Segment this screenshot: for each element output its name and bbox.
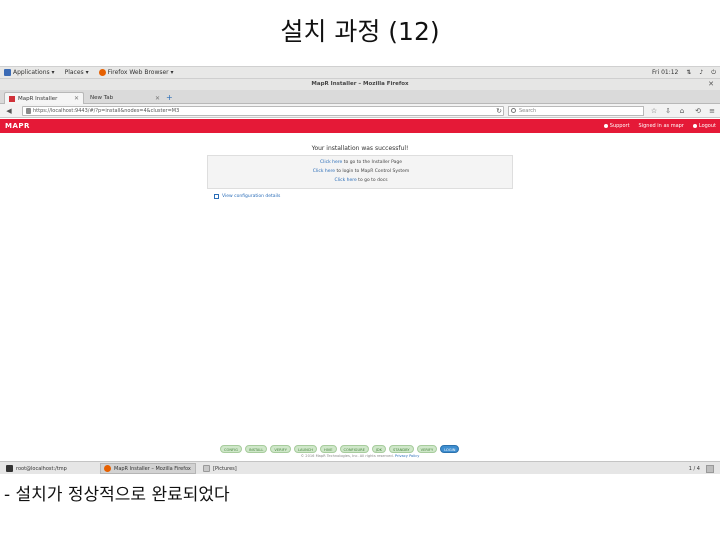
applications-label: Applications ▾ — [13, 69, 55, 76]
mapr-header: MAPR Support Signed in as mapr Logout — [0, 119, 720, 133]
task-label: MapR Installer – Mozilla Firefox — [114, 465, 191, 472]
user-link[interactable]: Signed in as mapr — [639, 123, 684, 129]
back-icon[interactable]: ◀ — [4, 106, 14, 116]
line-text: to go to the Installer Page — [342, 160, 402, 165]
step-config[interactable]: CONFIG — [220, 445, 242, 453]
close-icon[interactable]: ✕ — [708, 80, 714, 89]
applications-menu[interactable]: Applications ▾ — [4, 69, 55, 76]
mapr-favicon-icon — [9, 95, 15, 102]
places-label: Places ▾ — [64, 69, 89, 76]
task-pictures[interactable]: [Pictures] — [200, 463, 294, 474]
reload-icon[interactable]: ↻ — [494, 106, 504, 116]
gnome-top-bar: Applications ▾ Places ▾ Firefox Web Brow… — [0, 67, 720, 79]
slide-title: 설치 과정 (12) — [280, 17, 440, 46]
gnome-status-area: Fri 01:12 ⇅ ♪ ⏻ — [644, 69, 716, 77]
step-verify[interactable]: VERIFY — [270, 445, 291, 453]
window-titlebar: MapR Installer – Mozilla Firefox ✕ — [0, 79, 720, 90]
header-links: Support Signed in as mapr Logout — [595, 119, 716, 133]
search-input[interactable]: Search — [508, 106, 644, 116]
mcs-login-line: Click here to login to MapR Control Syst… — [208, 169, 514, 174]
step-install[interactable]: INSTALL — [244, 445, 268, 453]
logout-icon — [692, 124, 697, 128]
privacy-link[interactable]: Privacy Policy — [395, 454, 420, 458]
success-box: Click here to go to the Installer Page C… — [207, 155, 513, 189]
docs-link[interactable]: Click here — [334, 178, 356, 183]
applications-icon — [4, 69, 11, 76]
line-text: to go to docs — [356, 178, 388, 183]
folder-icon — [203, 465, 210, 472]
tab-mapr-installer[interactable]: MapR Installer ✕ — [4, 92, 84, 104]
tab-new-tab[interactable]: New Tab ✕ — [86, 92, 164, 104]
bookmark-icon[interactable]: ☆ — [650, 107, 658, 115]
view-details-label: View configuration details — [222, 194, 281, 199]
task-terminal[interactable]: root@localhost:/tmp — [3, 463, 95, 474]
success-title: Your installation was successful! — [311, 145, 409, 152]
tab-label: New Tab — [90, 95, 114, 101]
footer: © 2016 MapR Technologies, Inc. All right… — [0, 454, 720, 458]
step-login[interactable]: LOGIN — [440, 445, 460, 453]
firefox-icon — [104, 465, 111, 472]
downloads-icon[interactable]: ⇩ — [664, 107, 672, 115]
volume-icon[interactable]: ♪ — [699, 69, 703, 76]
workspace-switcher[interactable] — [706, 465, 714, 473]
step-hive[interactable]: HIVE — [320, 445, 337, 453]
window-title: MapR Installer – Mozilla Firefox — [311, 81, 409, 87]
installer-page-line: Click here to go to the Installer Page — [208, 160, 514, 165]
step-jdk[interactable]: JDK — [371, 445, 387, 453]
navigation-toolbar: ◀ https://localhost:9443/#/?p=install&no… — [0, 104, 720, 118]
desktop-screenshot: Applications ▾ Places ▾ Firefox Web Brow… — [0, 66, 720, 474]
step-verify-2[interactable]: VERIFY — [416, 445, 438, 453]
workspace-pager-text: 1 / 4 — [688, 466, 700, 472]
tab-close-icon[interactable]: ✕ — [74, 95, 79, 102]
support-icon — [603, 124, 608, 128]
tab-strip: MapR Installer ✕ New Tab ✕ + — [0, 90, 720, 104]
clock[interactable]: Fri 01:12 — [652, 69, 678, 76]
task-label: [Pictures] — [213, 465, 237, 472]
footer-text: © 2016 MapR Technologies, Inc. All right… — [300, 454, 395, 458]
view-details-link[interactable]: View configuration details — [214, 194, 280, 199]
logout-link[interactable]: Logout — [692, 123, 716, 129]
progress-steps: CONFIG INSTALL VERIFY LAUNCH HIVE CONFIG… — [220, 445, 462, 453]
lock-icon — [26, 108, 31, 114]
installer-page-link[interactable]: Click here — [320, 160, 342, 165]
docs-line: Click here to go to docs — [208, 178, 514, 183]
terminal-icon — [6, 465, 13, 472]
url-bar[interactable]: https://localhost:9443/#/?p=install&node… — [22, 106, 504, 116]
new-tab-icon[interactable]: + — [166, 93, 173, 102]
home-icon[interactable]: ⌂ — [678, 107, 686, 115]
user-label: Signed in as mapr — [638, 123, 684, 129]
tab-label: MapR Installer — [18, 95, 58, 102]
menu-icon[interactable]: ≡ — [708, 107, 716, 115]
browser-menu-label: Firefox Web Browser ▾ — [107, 69, 174, 76]
support-label: Support — [609, 123, 630, 129]
firefox-icon — [98, 69, 106, 76]
step-standby[interactable]: STANDBY — [389, 445, 414, 453]
mcs-login-link[interactable]: Click here — [313, 169, 335, 174]
line-text: to login to MapR Control System — [335, 169, 410, 174]
tab-close-icon[interactable]: ✕ — [155, 95, 160, 102]
power-icon[interactable]: ⏻ — [711, 69, 716, 77]
places-menu[interactable]: Places ▾ — [65, 69, 89, 76]
step-configure[interactable]: CONFIGURE — [339, 445, 369, 453]
slide-caption: - 설치가 정상적으로 완료되었다 — [4, 485, 230, 505]
support-link[interactable]: Support — [603, 123, 630, 129]
details-icon — [214, 194, 219, 199]
bottom-taskbar: root@localhost:/tmp MapR Installer – Moz… — [0, 461, 720, 474]
task-label: root@localhost:/tmp — [16, 465, 67, 472]
mapr-logo[interactable]: MAPR — [5, 121, 30, 131]
task-firefox[interactable]: MapR Installer – Mozilla Firefox — [100, 463, 196, 474]
browser-menu[interactable]: Firefox Web Browser ▾ — [98, 69, 174, 76]
network-icon[interactable]: ⇅ — [686, 69, 691, 76]
step-launch[interactable]: LAUNCH — [293, 445, 318, 453]
history-icon[interactable]: ⟲ — [694, 107, 702, 115]
logout-label: Logout — [698, 123, 716, 129]
search-icon — [511, 108, 516, 113]
